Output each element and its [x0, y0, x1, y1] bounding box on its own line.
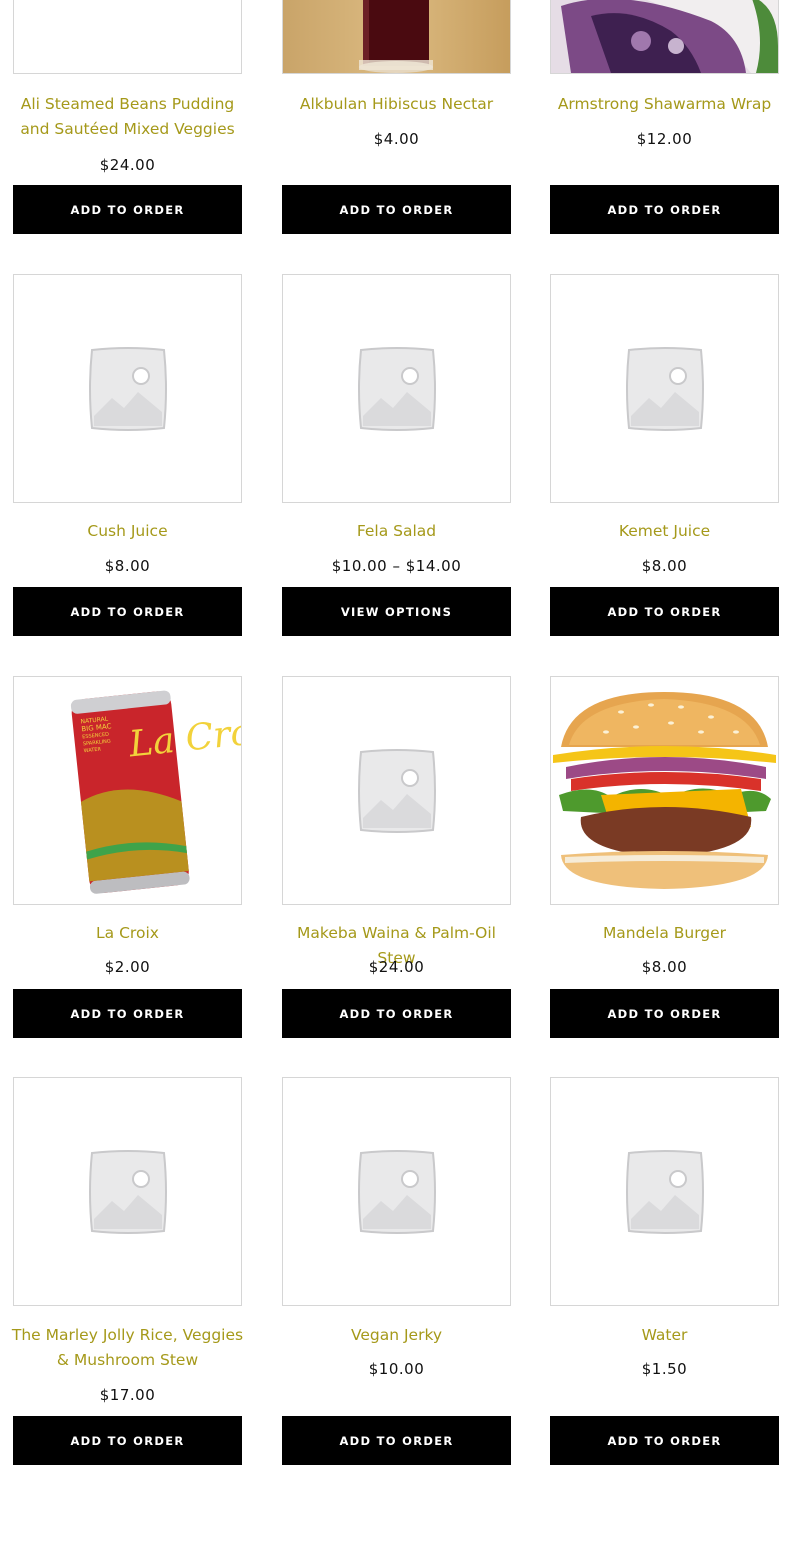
- product-image[interactable]: La Croix NATURAL BIG MAC ESSENCED SPARKL…: [13, 676, 242, 905]
- product-title[interactable]: Mandela Burger: [546, 921, 783, 946]
- add-to-order-button[interactable]: ADD TO ORDER: [550, 989, 779, 1038]
- add-to-order-button[interactable]: ADD TO ORDER: [282, 185, 511, 234]
- add-to-order-button[interactable]: ADD TO ORDER: [550, 1416, 779, 1465]
- placeholder-image-icon: [357, 1149, 436, 1234]
- product-price: $8.00: [641, 557, 688, 575]
- product-title[interactable]: Ali Steamed Beans Pudding and Sautéed Mi…: [9, 92, 246, 142]
- add-to-order-button[interactable]: ADD TO ORDER: [13, 185, 242, 234]
- product-title[interactable]: Armstrong Shawarma Wrap: [546, 92, 783, 117]
- add-to-order-button[interactable]: ADD TO ORDER: [13, 1416, 242, 1465]
- add-to-order-button[interactable]: ADD TO ORDER: [550, 185, 779, 234]
- product-price: $24.00: [368, 958, 425, 976]
- product-image[interactable]: [550, 0, 779, 74]
- product-title[interactable]: La Croix: [9, 921, 246, 946]
- product-image-placeholder[interactable]: [282, 274, 511, 503]
- product-title[interactable]: The Marley Jolly Rice, Veggies & Mushroo…: [9, 1323, 246, 1373]
- product-price: $8.00: [641, 958, 688, 976]
- product-title[interactable]: Fela Salad: [278, 519, 515, 544]
- product-image-placeholder[interactable]: [550, 1077, 779, 1306]
- product-image-placeholder[interactable]: [282, 676, 511, 905]
- shawarma-wrap-photo: [551, 0, 778, 73]
- product-price: $24.00: [99, 156, 156, 174]
- product-price: $2.00: [104, 958, 151, 976]
- product-price: $10.00: [368, 1360, 425, 1378]
- product-price: $12.00: [636, 130, 693, 148]
- product-price: $17.00: [99, 1386, 156, 1404]
- view-options-button[interactable]: VIEW OPTIONS: [282, 587, 511, 636]
- add-to-order-button[interactable]: ADD TO ORDER: [13, 587, 242, 636]
- add-to-order-button[interactable]: ADD TO ORDER: [13, 989, 242, 1038]
- product-price: $1.50: [641, 1360, 688, 1378]
- product-image-placeholder[interactable]: [13, 1077, 242, 1306]
- placeholder-image-icon: [357, 346, 436, 431]
- product-image-placeholder[interactable]: [13, 0, 242, 74]
- placeholder-image-icon: [357, 748, 436, 833]
- add-to-order-button[interactable]: ADD TO ORDER: [550, 587, 779, 636]
- product-title[interactable]: Water: [546, 1323, 783, 1348]
- la-croix-can-photo: La Croix NATURAL BIG MAC ESSENCED SPARKL…: [70, 690, 241, 894]
- hibiscus-drink-photo: [283, 0, 510, 73]
- product-price: $10.00 – $14.00: [331, 557, 462, 575]
- placeholder-image-icon: [625, 346, 704, 431]
- product-image-placeholder[interactable]: [282, 1077, 511, 1306]
- product-title[interactable]: Alkbulan Hibiscus Nectar: [278, 92, 515, 117]
- burger-photo: [553, 692, 776, 889]
- placeholder-image-icon: [625, 1149, 704, 1234]
- add-to-order-button[interactable]: ADD TO ORDER: [282, 989, 511, 1038]
- placeholder-image-icon: [88, 1149, 167, 1234]
- product-title[interactable]: Kemet Juice: [546, 519, 783, 544]
- product-image-placeholder[interactable]: [13, 274, 242, 503]
- product-image-placeholder[interactable]: [550, 274, 779, 503]
- product-image[interactable]: [282, 0, 511, 74]
- placeholder-image-icon: [88, 346, 167, 431]
- product-price: $4.00: [373, 130, 420, 148]
- product-title[interactable]: Vegan Jerky: [278, 1323, 515, 1348]
- product-title[interactable]: Cush Juice: [9, 519, 246, 544]
- product-image[interactable]: [550, 676, 779, 905]
- add-to-order-button[interactable]: ADD TO ORDER: [282, 1416, 511, 1465]
- product-price: $8.00: [104, 557, 151, 575]
